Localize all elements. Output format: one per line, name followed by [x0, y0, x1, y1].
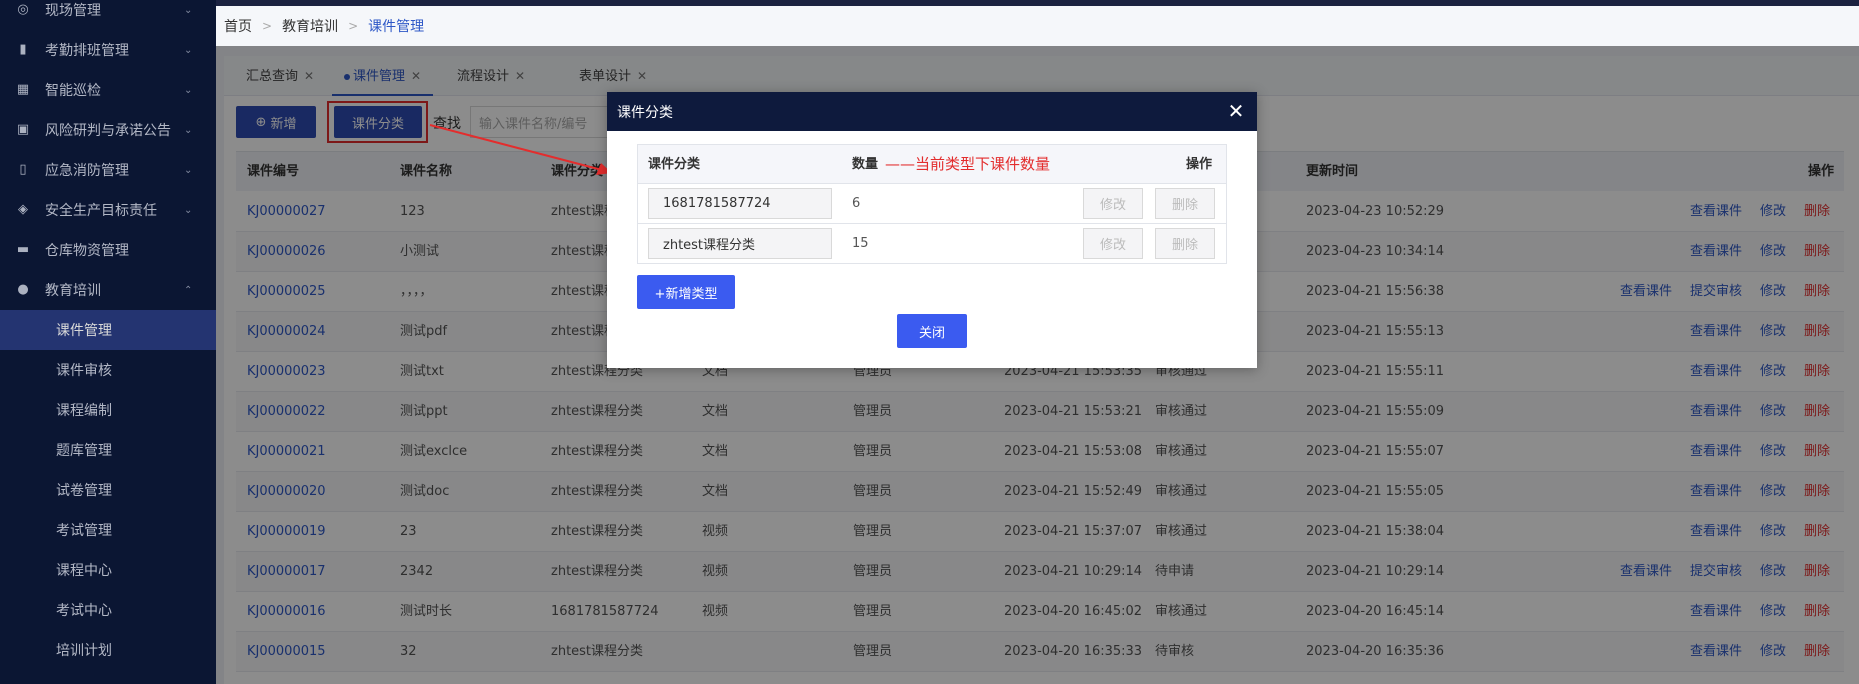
count-annotation: ——当前类型下课件数量	[885, 155, 1051, 173]
category-count: 6	[852, 196, 861, 211]
breadcrumb: 首页 > 教育培训 > 课件管理	[216, 6, 1859, 46]
close-icon[interactable]: ✕	[1225, 100, 1247, 122]
edit-button[interactable]: 修改	[1083, 228, 1143, 259]
modal-table: 课件分类 数量 ——当前类型下课件数量 操作 1681781587724 6 修…	[637, 144, 1227, 264]
category-name-field[interactable]: zhtest课程分类	[648, 228, 832, 259]
add-type-button[interactable]: +新增类型	[637, 275, 735, 309]
modal-col-count: 数量	[852, 157, 879, 172]
breadcrumb-current: 课件管理	[368, 19, 425, 35]
breadcrumb-parent[interactable]: 教育培训	[282, 16, 338, 36]
modal-title: 课件分类	[617, 104, 673, 121]
close-button[interactable]: 关闭	[897, 314, 967, 348]
modal-table-header: 课件分类 数量 ——当前类型下课件数量 操作	[638, 145, 1226, 184]
delete-button[interactable]: 删除	[1155, 228, 1215, 259]
category-name-field[interactable]: 1681781587724	[648, 188, 832, 219]
delete-button[interactable]: 删除	[1155, 188, 1215, 219]
modal-col-actions: 操作	[1186, 157, 1213, 172]
category-count: 15	[852, 236, 869, 251]
breadcrumb-home[interactable]: 首页	[224, 16, 252, 36]
chevron-right-icon: >	[262, 19, 273, 33]
chevron-right-icon: >	[348, 19, 359, 33]
sidebar-dim-overlay	[0, 0, 216, 684]
modal-row: 1681781587724 6 修改 删除	[638, 184, 1226, 224]
modal-header: 课件分类 ✕	[607, 92, 1257, 131]
modal-row: zhtest课程分类 15 修改 删除	[638, 224, 1226, 264]
modal-col-category: 课件分类	[648, 157, 701, 172]
edit-button[interactable]: 修改	[1083, 188, 1143, 219]
category-modal: 课件分类 ✕ 课件分类 数量 ——当前类型下课件数量 操作 1681781587…	[607, 92, 1257, 368]
